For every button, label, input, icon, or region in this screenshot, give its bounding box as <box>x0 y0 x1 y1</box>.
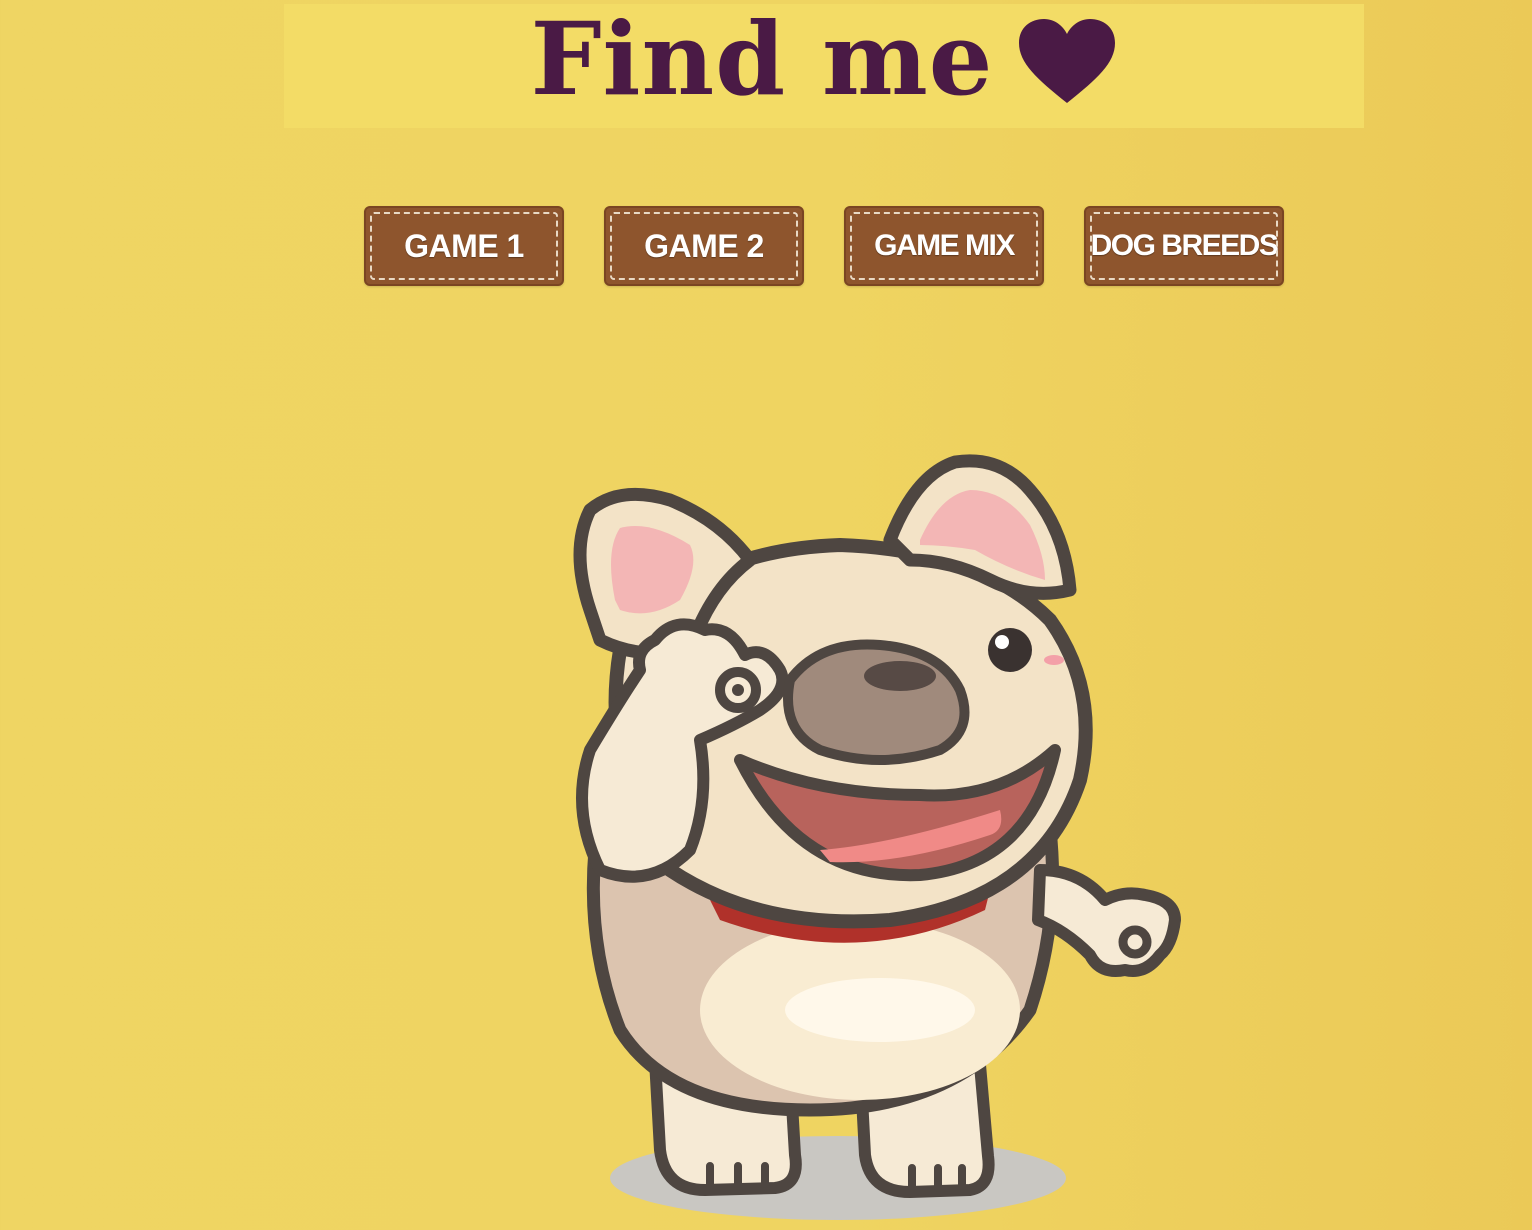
french-bulldog-waving-icon <box>573 454 1181 1220</box>
game-mix-button-label: GAME MIX <box>874 229 1015 262</box>
game-2-button[interactable]: GAME 2 <box>604 206 804 286</box>
game-1-button-label: GAME 1 <box>404 227 524 264</box>
game-2-button-label: GAME 2 <box>644 227 764 264</box>
game-nav: GAME 1 GAME 2 GAME MIX DOG BREEDS <box>364 206 1284 286</box>
heart-icon <box>1019 19 1116 103</box>
page-title: Find me <box>531 9 1118 109</box>
dog-breeds-button[interactable]: DOG BREEDS <box>1084 206 1284 286</box>
mascot-container <box>560 450 1200 1230</box>
game-1-button[interactable]: GAME 1 <box>364 206 564 286</box>
game-mix-button[interactable]: GAME MIX <box>844 206 1044 286</box>
page-title-text: Find me <box>530 0 994 118</box>
title-banner: Find me <box>284 4 1364 128</box>
dog-breeds-button-label: DOG BREEDS <box>1090 229 1279 262</box>
